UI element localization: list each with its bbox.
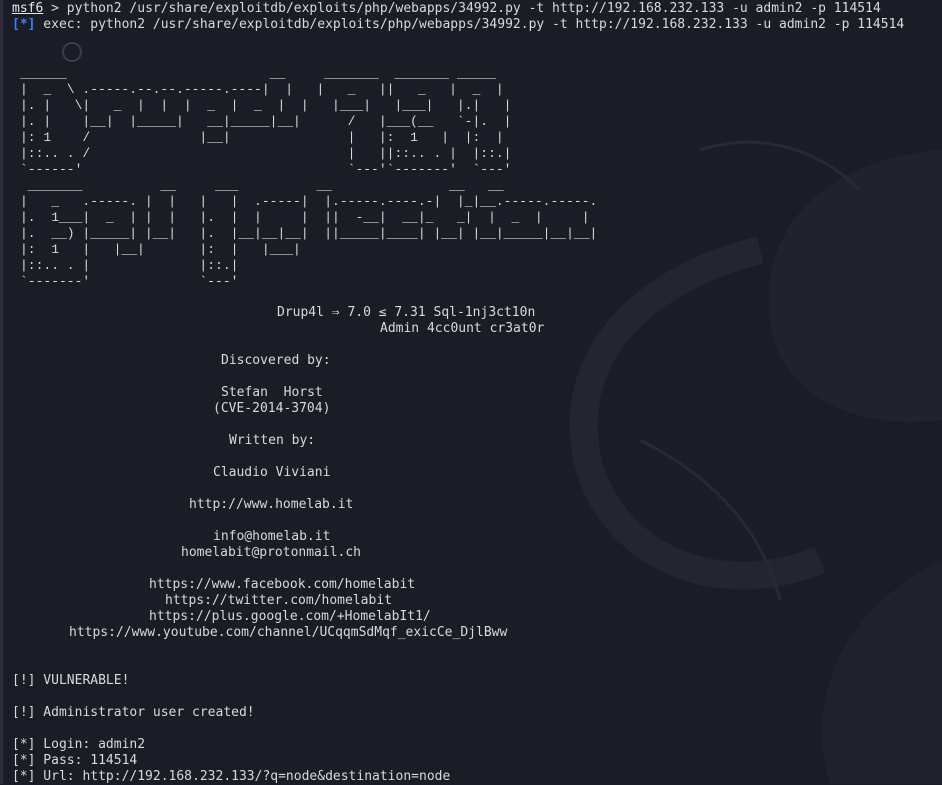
pass-output: [*] Pass: 114514 <box>12 753 138 768</box>
prompt-separator: > <box>43 1 67 16</box>
google-plus-url: https://plus.google.com/+HomelabIt1/ <box>149 609 431 624</box>
exec-text: exec: python2 /usr/share/exploitdb/explo… <box>35 17 905 32</box>
discovered-by-label: Discovered by: <box>221 353 331 368</box>
author-website: http://www.homelab.it <box>189 497 354 512</box>
ascii-banner-drupal-730: ______ __ _______ _______ _____ | _ \ .-… <box>20 66 512 177</box>
info-tag: [*] <box>12 17 36 32</box>
exploit-subtitle-line: Admin 4cc0unt cr3at0r <box>380 321 545 336</box>
exec-line: [*] exec: python2 /usr/share/exploitdb/e… <box>12 17 904 33</box>
author-name: Claudio Viviani <box>213 465 331 480</box>
url-output: [*] Url: http://192.168.232.133/?q=node&… <box>12 769 451 784</box>
login-output: [*] Login: admin2 <box>12 737 146 752</box>
twitter-url: https://twitter.com/homelabit <box>165 593 392 608</box>
youtube-url: https://www.youtube.com/channel/UCqqmSdM… <box>69 625 508 640</box>
window-left-edge <box>0 0 3 784</box>
prompt-label: msf6 <box>12 1 44 16</box>
ascii-banner-sql-injection: _______ __ ___ __ __ __ | _ .-----. | | … <box>20 178 598 289</box>
cve-id: (CVE-2014-3704) <box>213 401 331 416</box>
command-text: python2 /usr/share/exploitdb/exploits/ph… <box>66 1 881 16</box>
author-email-2: homelabit@protonmail.ch <box>181 545 362 560</box>
terminal-output[interactable]: msf6 > python2 /usr/share/exploitdb/expl… <box>0 0 942 784</box>
admin-created-status: [!] Administrator user created! <box>12 705 255 720</box>
author-email-1: info@homelab.it <box>213 529 331 544</box>
facebook-url: https://www.facebook.com/homelabit <box>149 577 416 592</box>
discoverer-name: Stefan Horst <box>221 385 323 400</box>
written-by-label: Written by: <box>229 433 316 448</box>
exploit-title-line: Drup4l ⇒ 7.0 ≤ 7.31 Sql-1nj3ct10n <box>277 305 536 320</box>
vulnerable-status: [!] VULNERABLE! <box>12 673 130 688</box>
command-line: msf6 > python2 /usr/share/exploitdb/expl… <box>12 1 881 17</box>
